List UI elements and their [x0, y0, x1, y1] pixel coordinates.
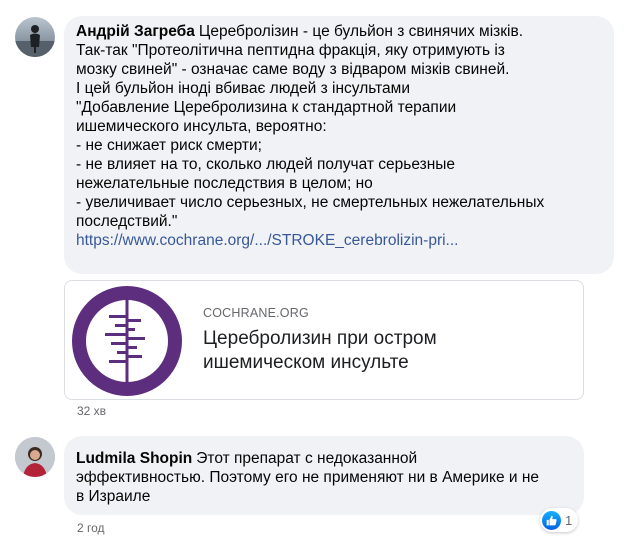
- link-preview-thumbnail: [65, 281, 187, 399]
- avatar[interactable]: [15, 17, 55, 57]
- reaction-count: 1: [565, 512, 573, 528]
- comment-text-line: Так-так "Протеолітична пептидна фракція,…: [76, 42, 505, 59]
- link-preview-domain: COCHRANE.ORG: [203, 306, 309, 320]
- comment-timestamp[interactable]: 2 год: [77, 521, 105, 535]
- comment-bubble: Ludmila Shopin Этот препарат с недоказанн…: [64, 436, 584, 515]
- comment-text-line: ишемического инсульта, вероятно:: [76, 118, 327, 135]
- comment-author[interactable]: Андрій Загреба: [76, 23, 195, 40]
- comment-text-line: Этот препарат с недоказанной: [196, 450, 418, 467]
- link-preview-card[interactable]: COCHRANE.ORG Церебролизин при остром ише…: [64, 280, 584, 400]
- comment-text-line: нежелательные последствия в целом; но: [76, 175, 373, 192]
- comment-link[interactable]: https://www.cochrane.org/.../STROKE_cere…: [76, 231, 602, 250]
- avatar[interactable]: [15, 437, 55, 477]
- comment-text-line: эффективностью. Поэтому его не применяют…: [76, 469, 540, 486]
- comment-text-line: мозку свиней" - означає саме воду з відв…: [76, 61, 510, 78]
- comment-bubble: Андрій Загреба Церебролізин - це бульйон …: [64, 16, 614, 274]
- link-preview-title[interactable]: Церебролизин при остром ишемическом инсу…: [203, 327, 563, 375]
- comment-text-line: "Добавление Церебролизина к стандартной …: [76, 99, 457, 116]
- comment-text-line: - не снижает риск смерти;: [76, 137, 262, 154]
- comment-text-line: І цей бульйон іноді вбиває людей з інсул…: [76, 80, 410, 97]
- comment-text-line: - не влияет на то, сколько людей получат…: [76, 156, 456, 173]
- comment-text-line: последствий.": [76, 213, 178, 230]
- comment-author[interactable]: Ludmila Shopin: [76, 450, 192, 467]
- person-silhouette-icon: [15, 25, 55, 57]
- comment-text-line: в Израиле: [76, 488, 151, 505]
- comment-text-line: Церебролізин - це бульйон з свинячих міз…: [198, 23, 524, 40]
- reaction-summary[interactable]: 1: [540, 508, 579, 532]
- person-photo-icon: [15, 437, 55, 477]
- cochrane-logo-icon: [72, 286, 182, 396]
- comment-text-line: - увеличивает число серьезных, не смерте…: [76, 194, 545, 211]
- comment-timestamp[interactable]: 32 хв: [77, 404, 106, 418]
- like-icon: [542, 510, 561, 530]
